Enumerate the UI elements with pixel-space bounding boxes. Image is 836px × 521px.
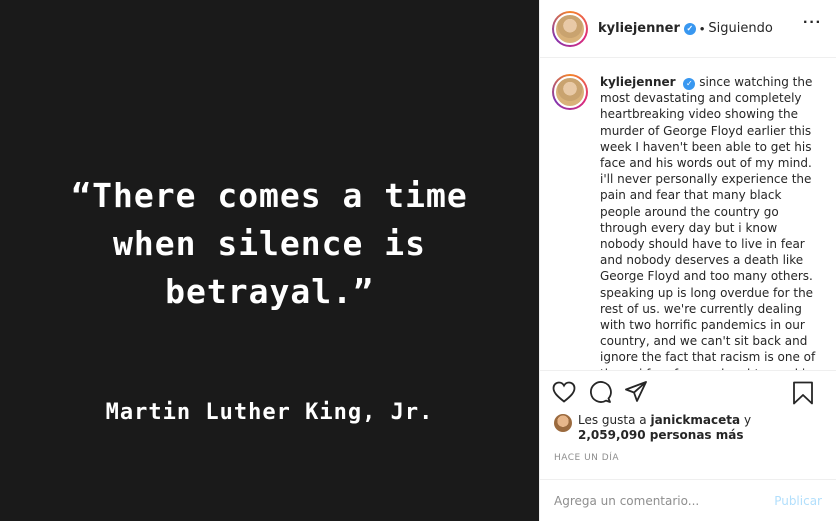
- post-header: kyliejenner ✓ • Siguiendo ···: [540, 0, 836, 58]
- verified-icon: ✓: [683, 22, 696, 35]
- post-sidebar: kyliejenner ✓ • Siguiendo ··· kyliejenne…: [539, 0, 836, 521]
- likes-summary: Les gusta a janickmaceta y 2,059,090 per…: [540, 413, 836, 443]
- post-image[interactable]: “There comes a time when silence is betr…: [0, 0, 539, 521]
- comment-icon[interactable]: [588, 380, 612, 404]
- comment-bar: Publicar: [540, 479, 836, 521]
- separator: •: [699, 21, 705, 36]
- more-icon[interactable]: ···: [803, 15, 822, 31]
- comment-input[interactable]: [554, 493, 754, 508]
- bookmark-icon[interactable]: [792, 381, 814, 405]
- post-comment-button[interactable]: Publicar: [774, 494, 822, 508]
- quote-text: “There comes a time when silence is betr…: [71, 176, 468, 311]
- instagram-post: “There comes a time when silence is betr…: [0, 0, 836, 521]
- caption: kyliejenner ✓ since watching the most de…: [600, 74, 822, 370]
- liker-avatar[interactable]: [554, 414, 572, 432]
- quote-attribution: Martin Luther King, Jr.: [105, 400, 434, 425]
- caption-text: since watching the most devastating and …: [600, 75, 816, 370]
- action-bar: [540, 371, 836, 413]
- likes-conjunction: y: [743, 413, 752, 427]
- likes-count[interactable]: 2,059,090 personas más: [578, 428, 743, 442]
- share-icon[interactable]: [624, 380, 648, 404]
- caption-area: kyliejenner ✓ since watching the most de…: [540, 58, 836, 371]
- caption-avatar[interactable]: [552, 74, 588, 110]
- verified-icon: ✓: [683, 78, 696, 91]
- liker-username[interactable]: janickmaceta: [650, 413, 740, 427]
- likes-prefix: Les gusta a: [578, 413, 647, 427]
- avatar[interactable]: [552, 10, 588, 47]
- following-button[interactable]: Siguiendo: [708, 21, 772, 36]
- heart-icon[interactable]: [552, 381, 576, 403]
- caption-username[interactable]: kyliejenner: [600, 75, 676, 89]
- post-timestamp[interactable]: HACE UN DÍA: [540, 443, 836, 479]
- header-username[interactable]: kyliejenner: [598, 21, 680, 36]
